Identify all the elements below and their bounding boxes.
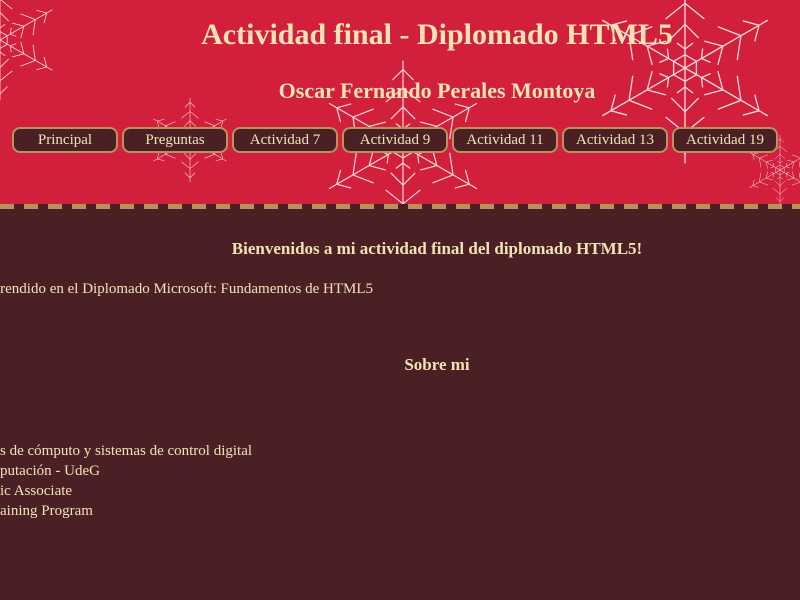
list-item: s de cómputo y sistemas de control digit… (0, 443, 253, 459)
welcome-heading: Bienvenidos a mi actividad final del dip… (231, 239, 643, 258)
main-content: Bienvenidos a mi actividad final del dip… (0, 209, 800, 600)
about-list: s de cómputo y sistemas de control digit… (0, 441, 252, 521)
main-navigation: Principal Preguntas Actividad 7 Activida… (12, 127, 792, 153)
nav-actividad-9[interactable]: Actividad 9 (342, 127, 448, 153)
nav-actividad-13[interactable]: Actividad 13 (562, 127, 668, 153)
nav-actividad-11[interactable]: Actividad 11 (452, 127, 558, 153)
intro-text: aprendido en el Diplomado Microsoft: Fun… (0, 281, 374, 297)
page-header: Actividad final - Diplomado HTML5 Oscar … (0, 0, 800, 204)
about-heading: Sobre mi (404, 355, 470, 374)
nav-actividad-7[interactable]: Actividad 7 (232, 127, 338, 153)
nav-principal[interactable]: Principal (12, 127, 118, 153)
list-item: putación - UdeG (0, 463, 100, 479)
page-title: Actividad final - Diplomado HTML5 (201, 18, 673, 51)
author-name: Oscar Fernando Perales Montoya (278, 78, 596, 103)
list-item: aining Program (0, 503, 93, 519)
list-item: ic Associate (0, 483, 73, 499)
nav-actividad-19[interactable]: Actividad 19 (672, 127, 778, 153)
nav-preguntas[interactable]: Preguntas (122, 127, 228, 153)
